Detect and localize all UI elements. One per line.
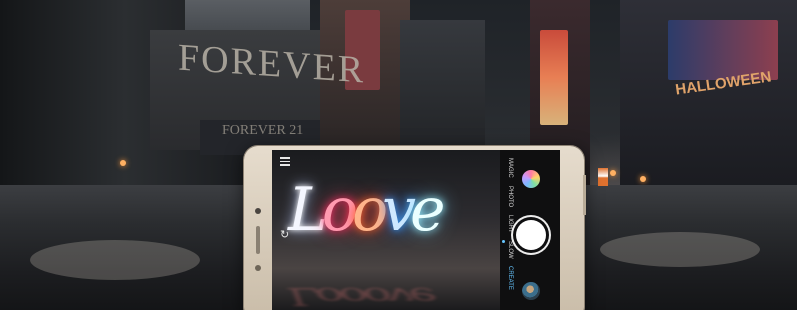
camera-mode-magic[interactable]: MAGIC bbox=[507, 158, 513, 178]
puddle-reflection bbox=[30, 240, 200, 280]
camera-mode-photo[interactable]: PHOTO bbox=[507, 186, 513, 207]
camera-mode-slow[interactable]: SLOW bbox=[507, 241, 513, 259]
street-light bbox=[120, 160, 126, 166]
camera-mode-light[interactable]: LIGHT bbox=[507, 215, 513, 233]
phone-speaker bbox=[256, 226, 260, 254]
street-light bbox=[610, 170, 616, 176]
neon-sign-2 bbox=[540, 30, 568, 125]
gallery-thumbnail[interactable] bbox=[522, 282, 540, 300]
light-painting-reflection: Looove bbox=[288, 282, 433, 310]
menu-icon[interactable] bbox=[280, 157, 290, 166]
front-camera-icon bbox=[255, 208, 261, 214]
sign-forever-small: FOREVER 21 bbox=[222, 123, 304, 138]
camera-ad-scene: FOREVER FOREVER 21 HALLOWEEN Looove Loov… bbox=[0, 0, 797, 310]
puddle-reflection bbox=[600, 232, 760, 267]
active-mode-indicator bbox=[502, 240, 505, 243]
camera-mode-create[interactable]: CREATE bbox=[507, 266, 513, 290]
light-painting-text: Loove bbox=[288, 175, 445, 245]
shutter-button[interactable] bbox=[516, 220, 546, 250]
mid-building-2 bbox=[400, 20, 485, 145]
phone-side-button bbox=[583, 175, 586, 215]
phone-sensor bbox=[255, 265, 261, 271]
camera-mode-list: MAGIC PHOTO LIGHT SLOW CREATE bbox=[503, 158, 517, 290]
rotate-camera-icon[interactable]: ↻ bbox=[280, 229, 292, 241]
traffic-cone bbox=[598, 168, 608, 186]
filter-icon[interactable] bbox=[522, 170, 540, 188]
street-light bbox=[640, 176, 646, 182]
